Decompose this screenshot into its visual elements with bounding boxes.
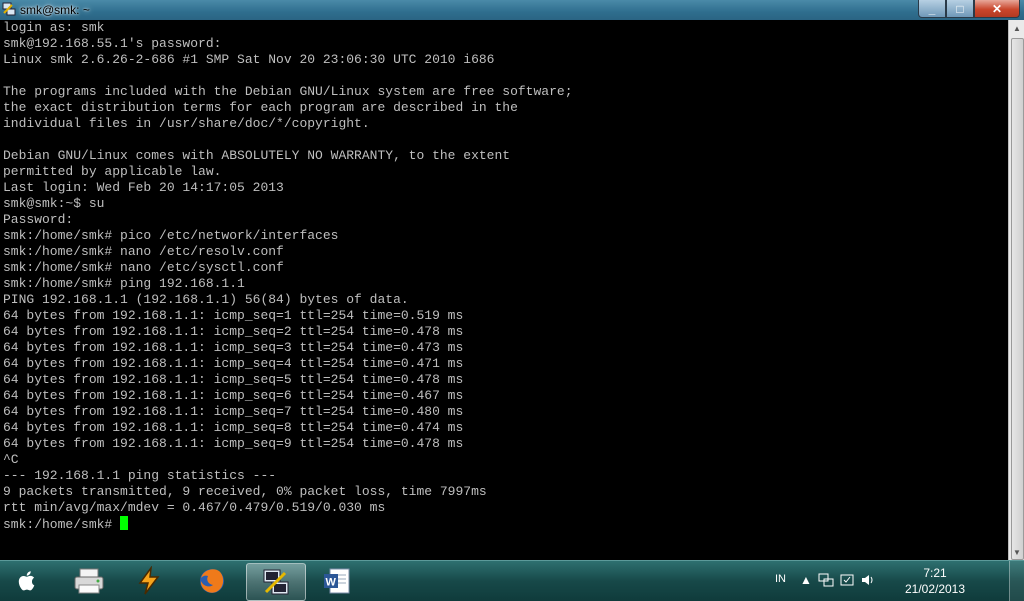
terminal-line: 64 bytes from 192.168.1.1: icmp_seq=1 tt…: [3, 308, 464, 323]
terminal-line: smk@192.168.55.1's password:: [3, 36, 222, 51]
terminal-line: 64 bytes from 192.168.1.1: icmp_seq=9 tt…: [3, 436, 464, 451]
terminal-line: permitted by applicable law.: [3, 164, 222, 179]
scroll-down-icon[interactable]: ▼: [1009, 544, 1024, 560]
terminal-line: 64 bytes from 192.168.1.1: icmp_seq=7 tt…: [3, 404, 464, 419]
terminal-prompt: smk:/home/smk#: [3, 517, 121, 532]
volume-icon[interactable]: [860, 573, 876, 587]
printer-icon: [74, 568, 104, 594]
terminal-line: smk:/home/smk# nano /etc/sysctl.conf: [3, 260, 284, 275]
action-center-icon[interactable]: [840, 573, 854, 587]
terminal-line: 9 packets transmitted, 9 received, 0% pa…: [3, 484, 487, 499]
apple-start-icon: [18, 571, 35, 591]
terminal-line: 64 bytes from 192.168.1.1: icmp_seq=8 tt…: [3, 420, 464, 435]
terminal-line: 64 bytes from 192.168.1.1: icmp_seq=3 tt…: [3, 340, 464, 355]
putty-icon[interactable]: [2, 2, 16, 16]
terminal-line: individual files in /usr/share/doc/*/cop…: [3, 116, 370, 131]
window-title: smk@smk: ~: [20, 3, 90, 17]
terminal-line: 64 bytes from 192.168.1.1: icmp_seq=2 tt…: [3, 324, 464, 339]
terminal-line: smk:/home/smk# ping 192.168.1.1: [3, 276, 245, 291]
show-desktop-button[interactable]: [1009, 561, 1024, 601]
terminal-prompt-line[interactable]: smk:/home/smk#: [0, 516, 1008, 532]
window-titlebar[interactable]: smk@smk: ~ _ □ ✕: [0, 0, 1024, 20]
terminal-output[interactable]: login as: smk smk@192.168.55.1's password…: [0, 20, 1008, 560]
svg-text:W: W: [326, 577, 337, 589]
terminal-line: Last login: Wed Feb 20 14:17:05 2013: [3, 180, 284, 195]
firefox-taskbar-button[interactable]: [183, 563, 241, 599]
clock-time: 7:21: [923, 566, 947, 580]
terminal-cursor: [120, 516, 129, 530]
taskbar: W IN ▲ 7:21 21/02/2013: [0, 560, 1024, 601]
terminal-line: ^C: [3, 452, 19, 467]
close-button[interactable]: ✕: [974, 0, 1020, 18]
terminal-line: smk@smk:~$ su: [3, 196, 105, 211]
terminal-line: 64 bytes from 192.168.1.1: icmp_seq=5 tt…: [3, 372, 464, 387]
putty-icon: [263, 569, 289, 595]
vertical-scrollbar[interactable]: ▲ ▼: [1008, 20, 1024, 560]
clock-date: 21/02/2013: [904, 582, 966, 596]
scroll-up-icon[interactable]: ▲: [1009, 20, 1024, 36]
firefox-icon: [200, 569, 224, 593]
winamp-taskbar-button[interactable]: [120, 563, 178, 599]
terminal-line: --- 192.168.1.1 ping statistics ---: [3, 468, 277, 483]
network-icon[interactable]: [818, 573, 834, 587]
terminal-line: Password:: [3, 212, 74, 227]
tray-icons: ▲: [800, 573, 876, 587]
terminal-line: smk:/home/smk# nano /etc/resolv.conf: [3, 244, 284, 259]
terminal-line: Debian GNU/Linux comes with ABSOLUTELY N…: [3, 148, 511, 163]
maximize-button[interactable]: □: [946, 0, 974, 18]
clock[interactable]: 7:21 21/02/2013: [890, 565, 980, 597]
start-button[interactable]: [8, 567, 48, 595]
show-hidden-icons-icon[interactable]: ▲: [800, 573, 812, 587]
terminal-line: Linux smk 2.6.26-2-686 #1 SMP Sat Nov 20…: [3, 52, 495, 67]
putty-taskbar-button[interactable]: [246, 563, 306, 601]
winamp-icon: [138, 566, 160, 595]
minimize-button[interactable]: _: [918, 0, 946, 18]
terminal-line: login as: smk: [3, 20, 105, 35]
terminal-line: 64 bytes from 192.168.1.1: icmp_seq=4 tt…: [3, 356, 464, 371]
terminal-line: smk:/home/smk# pico /etc/network/interfa…: [3, 228, 339, 243]
printer-taskbar-button[interactable]: [60, 563, 118, 599]
scrollbar-thumb[interactable]: [1011, 38, 1024, 560]
word-icon: W: [324, 568, 350, 594]
terminal-line: The programs included with the Debian GN…: [3, 84, 573, 99]
window-controls: _ □ ✕: [918, 0, 1020, 18]
terminal-line: 64 bytes from 192.168.1.1: icmp_seq=6 tt…: [3, 388, 464, 403]
terminal-line: the exact distribution terms for each pr…: [3, 100, 518, 115]
word-taskbar-button[interactable]: W: [308, 563, 366, 599]
terminal-line: PING 192.168.1.1 (192.168.1.1) 56(84) by…: [3, 292, 409, 307]
language-indicator[interactable]: IN: [775, 573, 786, 585]
terminal-line: rtt min/avg/max/mdev = 0.467/0.479/0.519…: [3, 500, 386, 515]
